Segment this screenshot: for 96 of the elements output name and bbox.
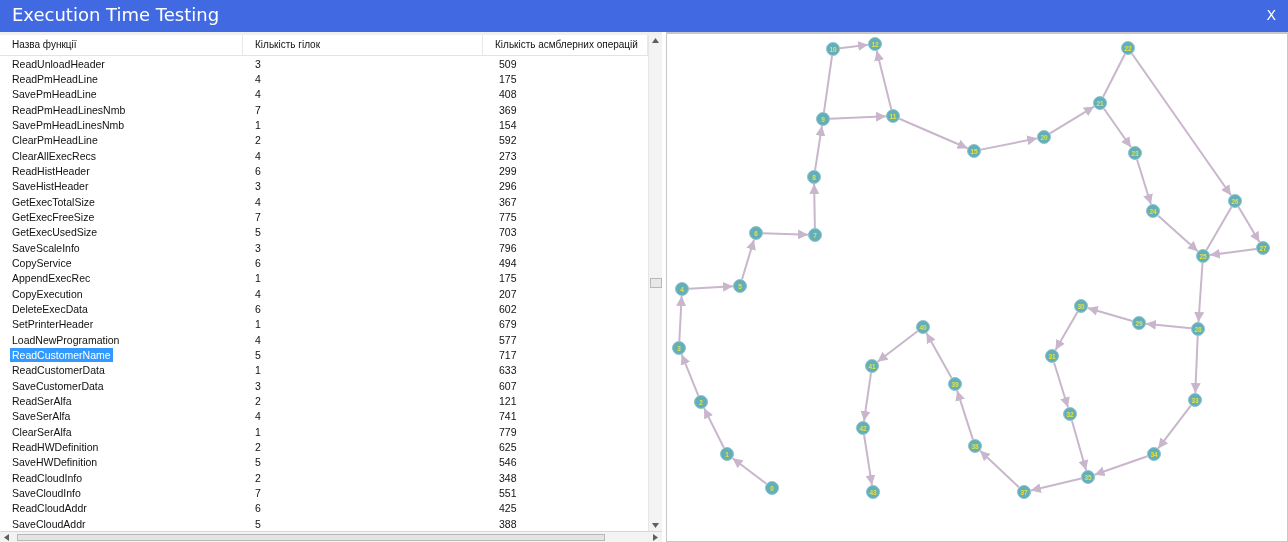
table-cell[interactable]: GetExecFreeSize <box>10 209 97 224</box>
table-cell: 3 <box>255 379 261 392</box>
table-cell[interactable]: ClearSerAlfa <box>10 424 74 439</box>
table-cell[interactable]: ReadCloudInfo <box>10 470 85 485</box>
table-cell[interactable]: SavePmHeadLinesNmb <box>10 117 127 132</box>
table-cell[interactable]: ReadCloudAddr <box>10 501 89 516</box>
column-header[interactable]: Назва функції <box>0 35 243 55</box>
table-cell: 551 <box>499 486 517 499</box>
table-cell[interactable]: GetExecTotalSize <box>10 194 97 209</box>
window-title: Execution Time Testing <box>12 4 220 25</box>
table-cell: 154 <box>499 118 517 131</box>
table-cell[interactable]: CopyExecution <box>10 286 85 301</box>
table-cell[interactable]: DeleteExecData <box>10 301 90 316</box>
table-cell: 299 <box>499 164 517 177</box>
table-cell: 7 <box>255 210 261 223</box>
table-cell: 4 <box>255 410 261 423</box>
table-cell: 175 <box>499 73 517 85</box>
table-cell: 425 <box>499 502 517 515</box>
table-cell: 4 <box>255 73 261 85</box>
table-cell[interactable]: SavePmHeadLine <box>10 87 99 102</box>
table-cell[interactable]: ClearPmHeadLine <box>10 133 100 148</box>
table-cell: 4 <box>255 149 261 162</box>
table-cell[interactable]: SaveCustomerData <box>10 378 106 393</box>
table-cell: 602 <box>499 302 517 315</box>
table-cell[interactable]: AppendExecRec <box>10 271 93 286</box>
table-cell[interactable]: ReadSerAlfa <box>10 393 74 408</box>
table-cell: 775 <box>499 210 517 223</box>
table-cell: 296 <box>499 180 517 193</box>
column-header[interactable]: Кількість гілок <box>243 35 483 55</box>
table-cell[interactable]: SaveScaleInfo <box>10 240 82 255</box>
table-cell: 1 <box>255 118 261 131</box>
table-cell: 2 <box>255 440 261 453</box>
table-cell[interactable]: LoadNewProgramation <box>10 332 122 347</box>
table-cell[interactable]: ReadCustomerData <box>10 363 107 378</box>
table-cell: 6 <box>255 256 261 269</box>
table-cell: 546 <box>499 456 517 469</box>
table-cell: 3 <box>255 180 261 193</box>
table-cell: 1 <box>255 318 261 331</box>
table-cell: 577 <box>499 333 517 346</box>
table-cell[interactable]: SaveHWDefinition <box>10 455 100 470</box>
table-cell: 408 <box>499 88 517 101</box>
table-cell: 679 <box>499 318 517 331</box>
table-cell: 3 <box>255 241 261 254</box>
table-cell: 779 <box>499 425 517 438</box>
table-cell: 348 <box>499 471 517 484</box>
table-cell: 625 <box>499 440 517 453</box>
table-cell: 592 <box>499 134 517 147</box>
table-cell: 2 <box>255 134 261 147</box>
table-cell[interactable]: SaveSerAlfa <box>10 409 73 424</box>
table-cell: 2 <box>255 394 261 407</box>
table-cell: 5 <box>255 348 261 361</box>
table-cell[interactable]: SaveCloudInfo <box>10 485 83 500</box>
table-cell: 175 <box>499 272 517 285</box>
table-cell: 1 <box>255 425 261 438</box>
close-button[interactable]: X <box>1264 6 1278 23</box>
table-cell: 703 <box>499 226 517 239</box>
table-cell: 6 <box>255 302 261 315</box>
table-cell: 6 <box>255 502 261 515</box>
table-cell: 6 <box>255 164 261 177</box>
table-cell: 4 <box>255 195 261 208</box>
table-cell[interactable]: ClearAllExecRecs <box>10 148 99 163</box>
table-cell: 509 <box>499 57 517 70</box>
table-cell[interactable]: ReadPmHeadLinesNmb <box>10 102 128 117</box>
table-cell: 5 <box>255 456 261 469</box>
table-cell: 5 <box>255 517 261 530</box>
table-cell[interactable]: SetPrinterHeader <box>10 317 96 332</box>
table-cell: 367 <box>499 195 517 208</box>
table-cell[interactable]: GetExecUsedSize <box>10 225 100 240</box>
table-cell: 7 <box>255 103 261 116</box>
table-cell: 494 <box>499 256 517 269</box>
table-cell: 3 <box>255 57 261 70</box>
table-cell: 1 <box>255 272 261 285</box>
table-cell[interactable]: ReadPmHeadLine <box>10 72 100 86</box>
table-cell: 4 <box>255 287 261 300</box>
table-cell[interactable]: ReadHWDefinition <box>10 439 101 454</box>
table-cell: 7 <box>255 486 261 499</box>
table-cell: 607 <box>499 379 517 392</box>
table-cell[interactable]: ReadUnloadHeader <box>10 56 107 71</box>
table-cell: 207 <box>499 287 517 300</box>
table-cell: 717 <box>499 348 517 361</box>
table-cell: 1 <box>255 364 261 377</box>
table-cell[interactable]: ReadHistHeader <box>10 163 92 178</box>
table-cell: 5 <box>255 226 261 239</box>
table-cell[interactable]: CopyService <box>10 255 74 270</box>
table-cell: 4 <box>255 333 261 346</box>
table-cell: 633 <box>499 364 517 377</box>
table-cell[interactable]: SaveHistHeader <box>10 179 91 194</box>
table-cell: 741 <box>499 410 517 423</box>
table-cell: 369 <box>499 103 517 116</box>
table-cell: 4 <box>255 88 261 101</box>
table-cell: 388 <box>499 517 517 530</box>
table-cell: 2 <box>255 471 261 484</box>
table-cell[interactable]: SaveCloudAddr <box>10 516 88 531</box>
table-cell: 273 <box>499 149 517 162</box>
table-cell: 121 <box>499 394 517 407</box>
table-cell: 796 <box>499 241 517 254</box>
